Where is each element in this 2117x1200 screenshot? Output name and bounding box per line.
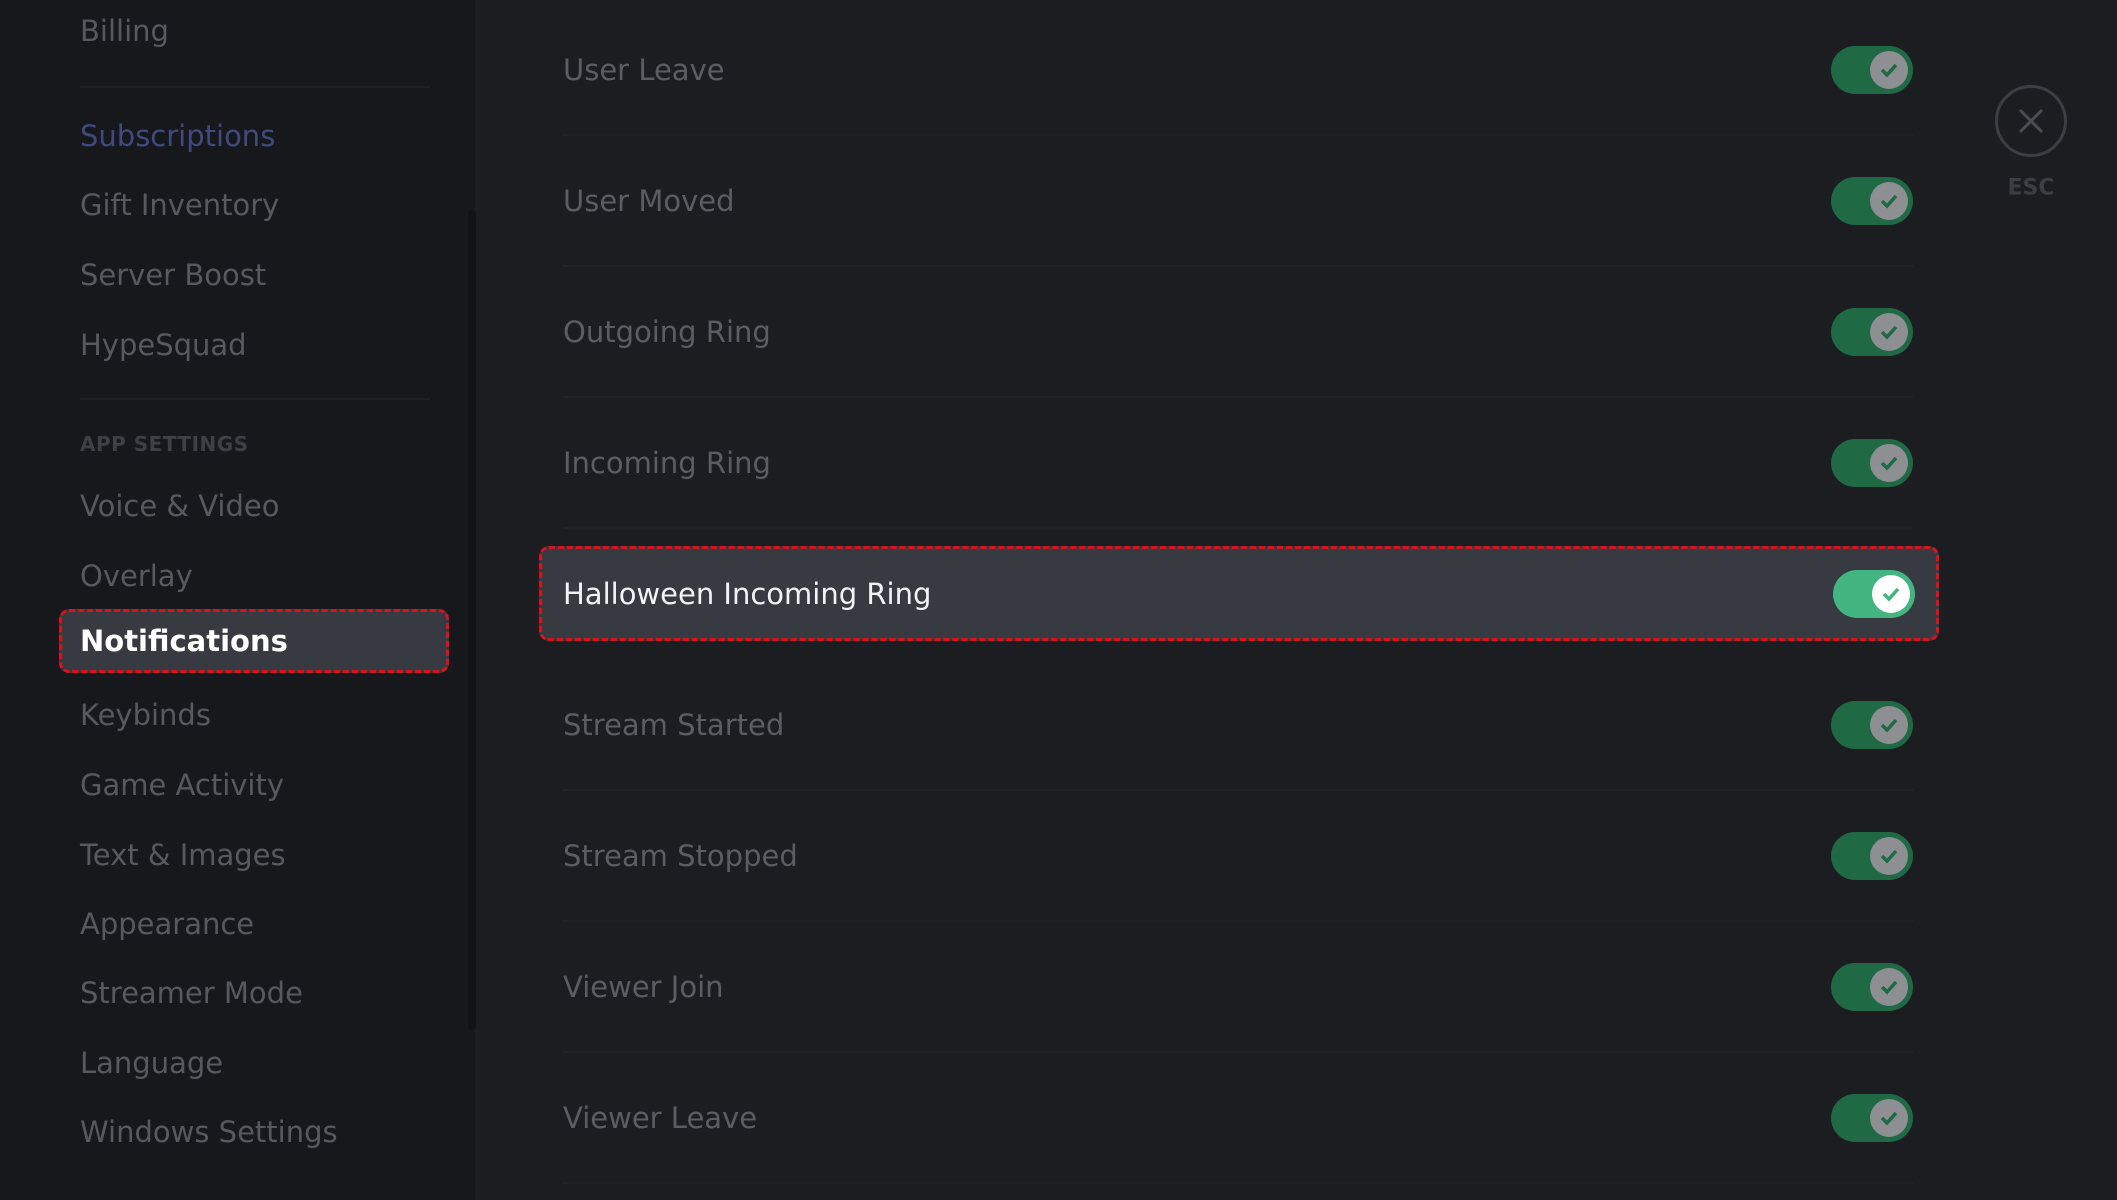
toggle-knob bbox=[1870, 836, 1908, 875]
sound-row: User Leave bbox=[563, 5, 1913, 136]
checkmark-icon bbox=[1880, 718, 1898, 733]
sound-label: Halloween Incoming Ring bbox=[563, 576, 932, 611]
sound-toggle[interactable] bbox=[1831, 1093, 1913, 1142]
sidebar-item-server-boost[interactable]: Server Boost bbox=[80, 258, 266, 292]
sound-label: Stream Started bbox=[563, 707, 785, 742]
checkmark-icon bbox=[1882, 587, 1900, 602]
toggle-knob bbox=[1870, 967, 1908, 1006]
sidebar-item-keybinds[interactable]: Keybinds bbox=[80, 698, 211, 732]
sound-toggle[interactable] bbox=[1831, 176, 1913, 225]
sound-toggle[interactable] bbox=[1831, 962, 1913, 1011]
sidebar-item-voice-video[interactable]: Voice & Video bbox=[80, 489, 279, 523]
sidebar-item-label: Notifications bbox=[80, 624, 288, 658]
sidebar-item-appearance[interactable]: Appearance bbox=[80, 907, 254, 941]
toggle-knob bbox=[1870, 443, 1908, 482]
close-button[interactable] bbox=[1995, 85, 2067, 157]
sound-toggle[interactable] bbox=[1831, 307, 1913, 356]
checkmark-icon bbox=[1880, 980, 1898, 995]
sound-row: Viewer Leave bbox=[563, 1053, 1913, 1184]
sound-row: User Moved bbox=[563, 136, 1913, 267]
sound-toggle[interactable] bbox=[1831, 700, 1913, 749]
sound-row: Incoming Ring bbox=[563, 398, 1913, 529]
toggle-knob bbox=[1870, 705, 1908, 744]
sound-label: Viewer Leave bbox=[563, 1100, 758, 1135]
divider bbox=[80, 398, 430, 400]
sidebar-item-windows-settings[interactable]: Windows Settings bbox=[80, 1115, 338, 1149]
sidebar-item-language[interactable]: Language bbox=[80, 1046, 223, 1080]
sidebar-item-notifications[interactable]: Notifications bbox=[59, 609, 449, 673]
sound-row: Stream Started bbox=[563, 660, 1913, 791]
sound-row: Stream Stopped bbox=[563, 791, 1913, 922]
checkmark-icon bbox=[1880, 63, 1898, 78]
section-header-app-settings: APP SETTINGS bbox=[80, 432, 249, 456]
sound-label: Outgoing Ring bbox=[563, 314, 771, 349]
toggle-knob bbox=[1870, 1098, 1908, 1137]
sound-toggle[interactable] bbox=[1833, 569, 1915, 618]
sidebar-item-text-images[interactable]: Text & Images bbox=[80, 838, 286, 872]
sound-label: Incoming Ring bbox=[563, 445, 771, 480]
esc-label: ESC bbox=[2007, 175, 2055, 201]
sound-toggle[interactable] bbox=[1831, 831, 1913, 880]
settings-sidebar: Billing Subscriptions Gift Inventory Ser… bbox=[0, 0, 476, 1200]
sidebar-item-overlay[interactable]: Overlay bbox=[80, 559, 193, 593]
sidebar-item-billing[interactable]: Billing bbox=[80, 14, 169, 48]
sound-label: Stream Stopped bbox=[563, 838, 798, 873]
checkmark-icon bbox=[1880, 194, 1898, 209]
sidebar-scrollbar[interactable] bbox=[468, 210, 476, 1030]
sound-row: Viewer Join bbox=[563, 922, 1913, 1053]
sound-label: Viewer Join bbox=[563, 969, 724, 1004]
checkmark-icon bbox=[1880, 1111, 1898, 1126]
sound-row-highlighted: Halloween Incoming Ring bbox=[539, 546, 1939, 641]
close-icon bbox=[2018, 108, 2044, 134]
sidebar-item-hypesquad[interactable]: HypeSquad bbox=[80, 328, 247, 362]
sound-label: User Moved bbox=[563, 183, 735, 218]
checkmark-icon bbox=[1880, 325, 1898, 340]
checkmark-icon bbox=[1880, 456, 1898, 471]
sidebar-item-subscriptions[interactable]: Subscriptions bbox=[80, 119, 275, 153]
sidebar-item-gift-inventory[interactable]: Gift Inventory bbox=[80, 188, 279, 222]
sound-row: Outgoing Ring bbox=[563, 267, 1913, 398]
divider bbox=[80, 86, 430, 88]
toggle-knob bbox=[1872, 574, 1910, 613]
sound-label: User Leave bbox=[563, 52, 725, 87]
toggle-knob bbox=[1870, 181, 1908, 220]
sidebar-item-game-activity[interactable]: Game Activity bbox=[80, 768, 284, 802]
sidebar-item-streamer-mode[interactable]: Streamer Mode bbox=[80, 976, 303, 1010]
sound-toggle[interactable] bbox=[1831, 438, 1913, 487]
toggle-knob bbox=[1870, 312, 1908, 351]
toggle-knob bbox=[1870, 50, 1908, 89]
checkmark-icon bbox=[1880, 849, 1898, 864]
sound-toggle[interactable] bbox=[1831, 45, 1913, 94]
